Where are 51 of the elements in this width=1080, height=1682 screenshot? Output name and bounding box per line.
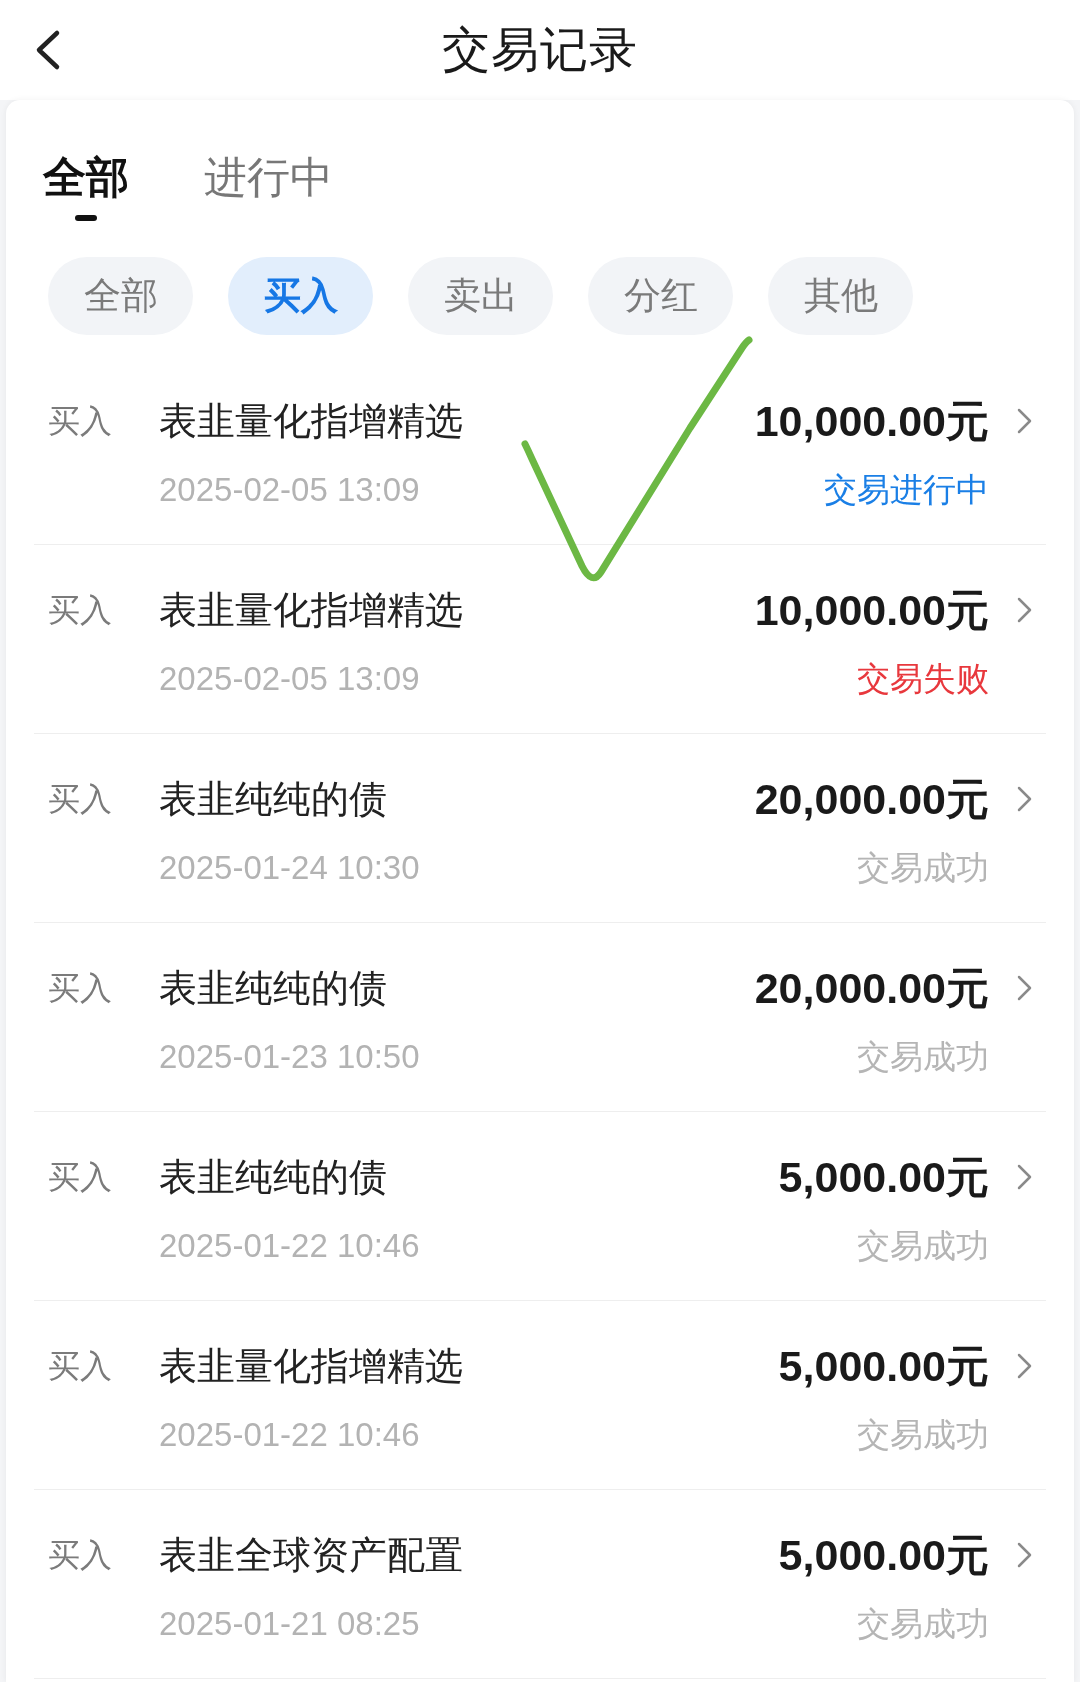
amount-text: 10,000.00元 bbox=[754, 396, 989, 446]
chevron-right-icon[interactable] bbox=[1017, 408, 1032, 434]
transaction-type: 买入 bbox=[48, 591, 112, 630]
amount-text: 5,000.00元 bbox=[778, 1341, 989, 1391]
fund-name: 表韭量化指增精选 bbox=[159, 399, 463, 444]
transaction-type: 买入 bbox=[48, 402, 112, 441]
fund-name: 表韭全球资产配置 bbox=[159, 1533, 463, 1578]
transaction-type: 买入 bbox=[48, 969, 112, 1008]
tab[interactable]: 进行中 bbox=[204, 152, 333, 202]
transaction-type: 买入 bbox=[48, 780, 112, 819]
transaction-time: 2025-01-22 10:46 bbox=[159, 1415, 420, 1455]
back-icon[interactable] bbox=[35, 29, 61, 71]
status-text: 交易成功 bbox=[857, 1604, 989, 1644]
filter-chip[interactable]: 分红 bbox=[588, 257, 733, 335]
transaction-type: 买入 bbox=[48, 1536, 112, 1575]
amount-text: 5,000.00元 bbox=[778, 1152, 989, 1202]
status-text: 交易成功 bbox=[857, 1226, 989, 1266]
chevron-right-icon[interactable] bbox=[1017, 786, 1032, 812]
chevron-right-icon[interactable] bbox=[1017, 1353, 1032, 1379]
transaction-time: 2025-02-05 13:09 bbox=[159, 659, 420, 699]
status-text: 交易成功 bbox=[857, 1415, 989, 1455]
status-text: 交易成功 bbox=[857, 848, 989, 888]
fund-name: 表韭纯纯的债 bbox=[159, 777, 387, 822]
chevron-right-icon[interactable] bbox=[1017, 1542, 1032, 1568]
chevron-right-icon[interactable] bbox=[1017, 975, 1032, 1001]
amount-text: 10,000.00元 bbox=[754, 585, 989, 635]
status-text: 交易失败 bbox=[857, 659, 989, 699]
transaction-time: 2025-01-22 10:46 bbox=[159, 1226, 420, 1266]
tab[interactable]: 全部 bbox=[43, 152, 129, 202]
transaction-time: 2025-02-05 13:09 bbox=[159, 470, 420, 510]
fund-name: 表韭量化指增精选 bbox=[159, 588, 463, 633]
fund-name: 表韭量化指增精选 bbox=[159, 1344, 463, 1389]
fund-name: 表韭纯纯的债 bbox=[159, 1155, 387, 1200]
status-text: 交易成功 bbox=[857, 1037, 989, 1077]
filter-chip[interactable]: 其他 bbox=[768, 257, 913, 335]
transaction-type: 买入 bbox=[48, 1158, 112, 1197]
filter-chip[interactable]: 全部 bbox=[48, 257, 193, 335]
transaction-time: 2025-01-24 10:30 bbox=[159, 848, 420, 888]
amount-text: 20,000.00元 bbox=[754, 963, 989, 1013]
transaction-time: 2025-01-23 10:50 bbox=[159, 1037, 420, 1077]
status-text: 交易进行中 bbox=[824, 470, 989, 510]
fund-name: 表韭纯纯的债 bbox=[159, 966, 387, 1011]
chevron-right-icon[interactable] bbox=[1017, 1164, 1032, 1190]
page-title: 交易记录 bbox=[442, 22, 638, 78]
transaction-type: 买入 bbox=[48, 1347, 112, 1386]
filter-chip[interactable]: 买入 bbox=[228, 257, 373, 335]
chevron-right-icon[interactable] bbox=[1017, 597, 1032, 623]
amount-text: 5,000.00元 bbox=[778, 1530, 989, 1580]
filter-chip[interactable]: 卖出 bbox=[408, 257, 553, 335]
transaction-time: 2025-01-21 08:25 bbox=[159, 1604, 420, 1644]
amount-text: 20,000.00元 bbox=[754, 774, 989, 824]
